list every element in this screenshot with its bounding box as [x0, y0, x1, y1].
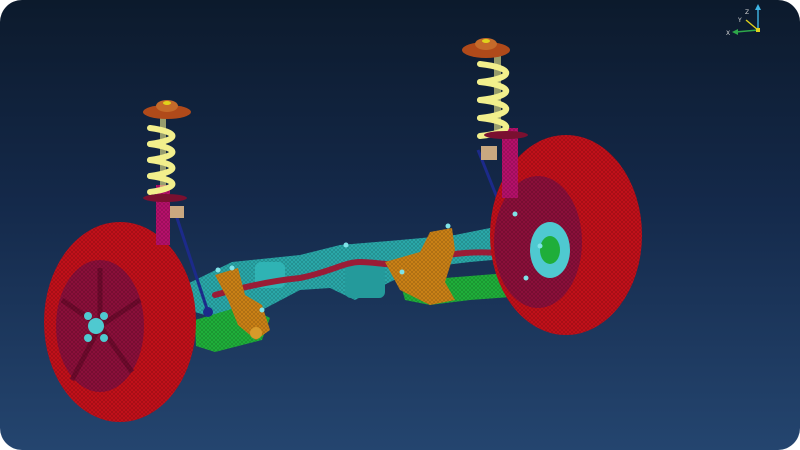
orientation-triad: Z Y X	[726, 4, 761, 37]
left-strut-assembly[interactable]	[143, 100, 191, 245]
triad-x-label: X	[726, 30, 730, 37]
3d-viewport[interactable]: Z Y X	[0, 0, 800, 450]
right-coil-spring	[477, 61, 509, 139]
right-top-mount	[462, 38, 510, 58]
triad-y-label: Y	[737, 17, 742, 24]
left-wheel[interactable]	[44, 222, 196, 422]
x-axis	[735, 29, 759, 33]
suspension-model[interactable]	[0, 0, 800, 450]
left-top-mount	[143, 100, 191, 119]
triad-z-label: Z	[745, 9, 749, 16]
x-axis-arrow	[732, 29, 738, 35]
triad-origin	[756, 28, 760, 32]
z-axis-arrow	[755, 4, 761, 10]
